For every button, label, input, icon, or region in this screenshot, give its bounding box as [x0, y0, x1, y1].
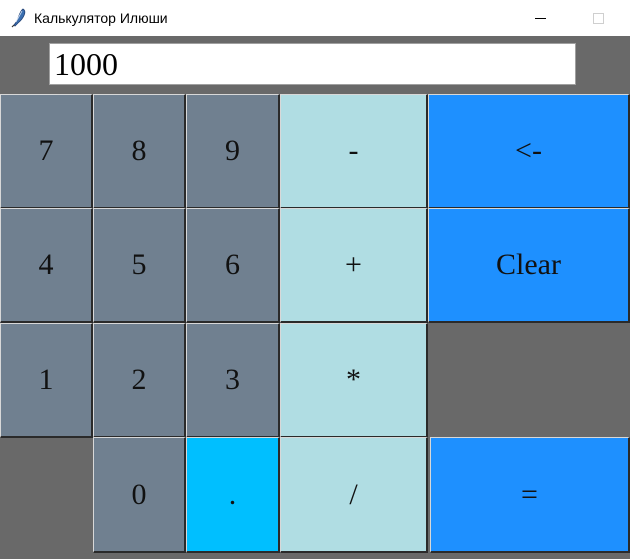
- minus-button[interactable]: -: [280, 94, 428, 209]
- feather-icon: [11, 8, 26, 28]
- equals-button[interactable]: =: [430, 437, 630, 553]
- key-1[interactable]: 1: [0, 323, 93, 438]
- clear-button[interactable]: Clear: [428, 208, 630, 323]
- key-6[interactable]: 6: [186, 208, 280, 323]
- key-5[interactable]: 5: [93, 208, 186, 323]
- title-bar[interactable]: Калькулятор Илюши: [0, 0, 630, 36]
- key-7[interactable]: 7: [0, 94, 93, 209]
- minimize-button[interactable]: [517, 0, 563, 36]
- display-field[interactable]: [49, 43, 576, 85]
- maximize-icon: [592, 12, 604, 24]
- divide-button[interactable]: /: [280, 437, 428, 553]
- key-4[interactable]: 4: [0, 208, 93, 323]
- decimal-point-button[interactable]: .: [186, 437, 280, 553]
- maximize-button[interactable]: [575, 0, 621, 36]
- window-title: Калькулятор Илюши: [34, 10, 168, 26]
- backspace-button[interactable]: <-: [428, 94, 630, 209]
- calculator-body: 7 8 9 - <- 4 5 6 + Clear 1 2 3 * 0 . / =: [0, 36, 630, 559]
- minimize-icon: [534, 17, 546, 19]
- key-8[interactable]: 8: [93, 94, 186, 209]
- plus-button[interactable]: +: [280, 208, 428, 323]
- key-0[interactable]: 0: [93, 437, 186, 553]
- key-2[interactable]: 2: [93, 323, 186, 438]
- key-9[interactable]: 9: [186, 94, 280, 209]
- multiply-button[interactable]: *: [280, 323, 428, 438]
- key-3[interactable]: 3: [186, 323, 280, 438]
